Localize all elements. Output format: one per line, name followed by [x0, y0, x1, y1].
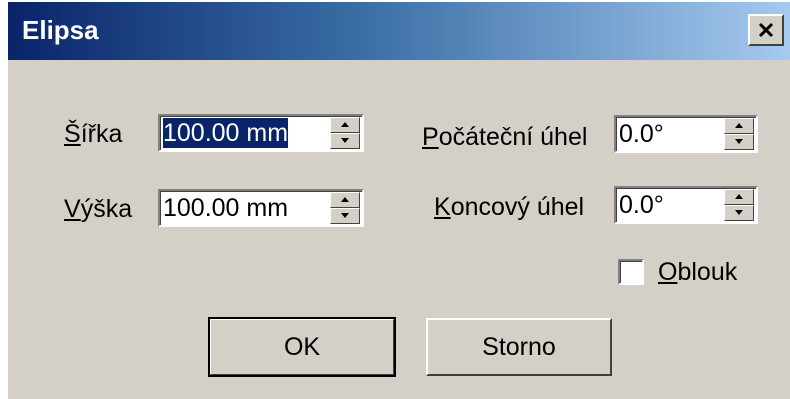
down-arrow-icon [341, 213, 349, 218]
start-angle-spinner [724, 118, 754, 150]
cancel-button[interactable]: Storno [426, 318, 612, 376]
window-title: Elipsa [22, 15, 99, 45]
end-angle-increment-button[interactable] [724, 189, 754, 205]
down-arrow-icon [341, 138, 349, 143]
arc-label-mnemonic: O [658, 258, 678, 286]
end-angle-value[interactable]: 0.0° [619, 190, 664, 220]
up-arrow-icon [735, 194, 743, 199]
down-arrow-icon [735, 139, 743, 144]
width-value[interactable]: 100.00 mm [163, 118, 289, 148]
width-label-mnemonic: Š [64, 120, 81, 148]
up-arrow-icon [341, 197, 349, 202]
height-spinner [330, 192, 360, 224]
ok-button[interactable]: OK [208, 317, 396, 377]
start-angle-decrement-button[interactable] [724, 134, 754, 150]
start-angle-increment-button[interactable] [724, 118, 754, 134]
end-angle-spinner [724, 189, 754, 221]
start-angle-label-text: očáteční úhel [438, 123, 588, 151]
width-decrement-button[interactable] [330, 133, 360, 149]
width-field[interactable]: 100.00 mm [158, 114, 364, 152]
width-label-text: ířka [80, 120, 123, 148]
start-angle-label: Počáteční úhel [422, 122, 587, 152]
arc-checkbox[interactable] [618, 259, 644, 285]
height-value[interactable]: 100.00 mm [163, 193, 288, 223]
start-angle-value[interactable]: 0.0° [619, 119, 664, 149]
height-decrement-button[interactable] [330, 208, 360, 224]
close-icon [758, 22, 774, 38]
width-spinner [330, 117, 360, 149]
title-bar[interactable]: Elipsa [8, 2, 790, 60]
end-angle-label-text: oncový úhel [450, 193, 585, 221]
start-angle-field[interactable]: 0.0° [614, 115, 758, 153]
end-angle-label: Koncový úhel [434, 192, 584, 222]
height-increment-button[interactable] [330, 192, 360, 208]
width-increment-button[interactable] [330, 117, 360, 133]
end-angle-decrement-button[interactable] [724, 205, 754, 221]
close-button[interactable] [748, 14, 784, 46]
up-arrow-icon [735, 123, 743, 128]
height-label: Výška [64, 194, 132, 224]
end-angle-label-mnemonic: K [434, 193, 451, 221]
down-arrow-icon [735, 210, 743, 215]
start-angle-label-mnemonic: P [422, 123, 439, 151]
height-label-text: ýška [80, 195, 133, 223]
width-label: Šířka [64, 119, 122, 149]
height-field[interactable]: 100.00 mm [158, 189, 364, 227]
end-angle-field[interactable]: 0.0° [614, 186, 758, 224]
up-arrow-icon [341, 122, 349, 127]
height-label-mnemonic: V [64, 195, 81, 223]
arc-label-text: blouk [677, 258, 738, 286]
ellipse-dialog: Elipsa Šířka 100.00 mm Výška 100.00 mm P… [6, 0, 790, 399]
arc-label[interactable]: Oblouk [658, 257, 737, 287]
